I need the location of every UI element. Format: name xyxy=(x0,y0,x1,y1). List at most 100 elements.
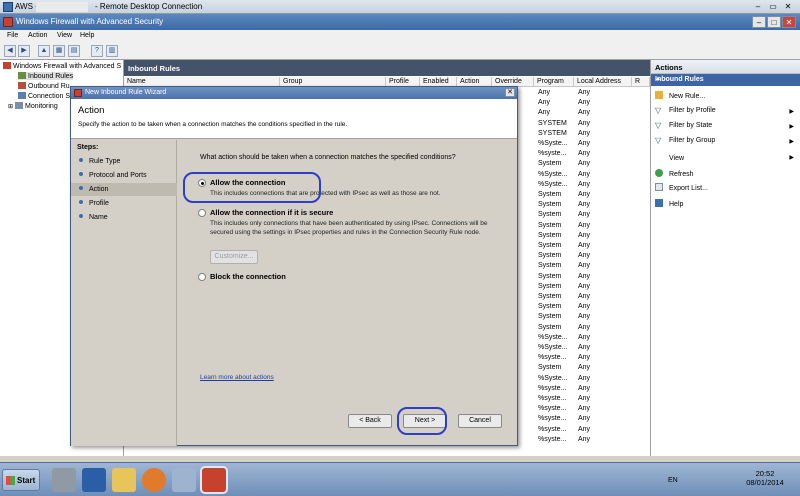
step-action[interactable]: Action xyxy=(71,183,177,196)
cell-local-address: Any xyxy=(578,303,591,311)
cell-local-address: Any xyxy=(578,344,591,351)
window-minimize-button[interactable]: – xyxy=(752,16,766,28)
cell-local-address: Any xyxy=(578,354,591,362)
firewall-icon xyxy=(3,62,11,69)
rdp-minimize-button[interactable]: – xyxy=(752,1,764,12)
actions-pane: Actions Inbound Rules ▲ New Rule... ▽ Filt… xyxy=(650,60,800,456)
action-refresh[interactable]: Refresh xyxy=(655,169,694,178)
powershell-icon[interactable] xyxy=(82,468,106,492)
step-name[interactable]: Name xyxy=(71,211,177,224)
block-connection-radio[interactable] xyxy=(198,273,206,281)
tree-item-inbound-rules[interactable]: Inbound Rules xyxy=(18,72,74,80)
cell-local-address: Any xyxy=(578,180,591,188)
export-list-icon[interactable]: ▤ xyxy=(68,45,80,57)
collapse-icon[interactable]: ▲ xyxy=(655,76,795,82)
language-indicator[interactable]: EN xyxy=(668,477,678,484)
rdp-title: - Remote Desktop Connection xyxy=(95,2,203,11)
window-title: Windows Firewall with Advanced Security xyxy=(16,17,164,26)
action-filter-by-state[interactable]: ▽ Filter by State xyxy=(655,122,712,130)
step-bullet-icon xyxy=(79,172,83,176)
action-help[interactable]: Help xyxy=(655,199,683,208)
clock[interactable]: 20:52 08/01/2014 xyxy=(740,469,790,487)
cell-program: %syste... xyxy=(538,395,567,402)
cell-local-address: Any xyxy=(578,435,591,443)
wizard-close-button[interactable]: ✕ xyxy=(505,88,515,97)
column-remote-address[interactable]: R xyxy=(632,77,650,87)
action-label: Help xyxy=(669,201,684,208)
filter-icon: ▽ xyxy=(655,136,662,145)
firefox-icon[interactable] xyxy=(142,468,166,492)
allow-if-secure-label[interactable]: Allow the connection if it is secure xyxy=(210,208,333,217)
customize-button[interactable]: Customize... xyxy=(210,250,258,264)
allow-if-secure-radio[interactable] xyxy=(198,209,206,217)
cell-program: %syste... xyxy=(538,354,567,362)
server-manager-icon[interactable] xyxy=(52,468,76,492)
cancel-button[interactable]: Cancel xyxy=(458,414,502,428)
actions-subheader[interactable]: Inbound Rules ▲ xyxy=(651,74,800,86)
cell-program: System xyxy=(538,201,562,209)
learn-more-link[interactable]: Learn more about actions xyxy=(200,374,274,381)
cell-local-address: Any xyxy=(578,242,591,249)
help-icon[interactable]: ? xyxy=(91,45,103,57)
action-filter-by-profile[interactable]: ▽ Filter by Profile xyxy=(655,107,716,115)
menu-view[interactable]: View xyxy=(57,32,72,39)
forward-icon[interactable]: ▶ xyxy=(18,45,30,57)
step-protocol-and-ports[interactable]: Protocol and Ports xyxy=(71,169,177,182)
menu-action[interactable]: Action xyxy=(28,32,47,39)
rdp-restore-button[interactable]: ▭ xyxy=(767,1,779,12)
cell-program: System xyxy=(538,313,562,321)
rdp-close-button[interactable]: ✕ xyxy=(782,1,794,12)
firewall-taskbar-icon[interactable] xyxy=(202,468,226,492)
network-icon[interactable] xyxy=(172,468,196,492)
cell-local-address: Any xyxy=(578,323,591,331)
expand-icon[interactable]: ⊞ xyxy=(8,104,13,110)
window-maximize-button[interactable]: □ xyxy=(767,16,781,28)
tree-item-root[interactable]: Windows Firewall with Advanced S xyxy=(3,62,121,70)
remote-desktop-bar: AWS - - Remote Desktop Connection – ▭ ✕ xyxy=(0,0,800,14)
clock-time: 20:52 xyxy=(755,469,775,478)
cell-program: System xyxy=(538,323,562,331)
action-view[interactable]: View xyxy=(655,153,684,162)
rdp-host-label: AWS - xyxy=(15,2,38,11)
menu-file[interactable]: File xyxy=(7,32,18,39)
window-close-button[interactable]: ✕ xyxy=(782,16,796,28)
show-hide-tree-icon[interactable]: ▦ xyxy=(53,45,65,57)
cell-program: System xyxy=(538,242,562,249)
step-profile[interactable]: Profile xyxy=(71,197,177,210)
tree-item-outbound-rules[interactable]: Outbound Ru xyxy=(18,82,70,90)
action-filter-by-group[interactable]: ▽ Filter by Group xyxy=(655,137,715,145)
tree-item-monitoring[interactable]: ⊞ Monitoring xyxy=(8,102,58,110)
column-local-address[interactable]: Local Address xyxy=(574,77,632,87)
windows-logo-icon xyxy=(6,476,15,485)
block-connection-label[interactable]: Block the connection xyxy=(210,272,286,281)
cell-local-address: Any xyxy=(578,150,591,158)
explorer-icon[interactable] xyxy=(112,468,136,492)
column-program[interactable]: Program xyxy=(534,77,574,87)
cell-program: System xyxy=(538,221,562,229)
cell-local-address: Any xyxy=(578,313,591,321)
tree-item-label: Outbound Ru xyxy=(28,83,70,90)
action-new-rule[interactable]: New Rule... xyxy=(655,91,705,100)
cell-program: SYSTEM xyxy=(538,129,567,137)
back-button[interactable]: < Back xyxy=(348,414,392,428)
cell-local-address: Any xyxy=(578,425,591,433)
firewall-icon xyxy=(74,89,82,97)
window-title-bar: Windows Firewall with Advanced Security … xyxy=(0,14,800,30)
cell-program: System xyxy=(538,364,562,372)
cell-program: System xyxy=(538,160,562,168)
menu-help[interactable]: Help xyxy=(80,32,94,39)
cell-program: %syste... xyxy=(538,425,567,433)
start-button[interactable]: Start xyxy=(2,469,40,491)
action-label: Filter by State xyxy=(669,122,713,129)
remote-desktop-icon xyxy=(3,2,13,12)
tree-item-connection-security[interactable]: Connection Se xyxy=(18,92,74,100)
step-rule-type[interactable]: Rule Type xyxy=(71,155,177,168)
back-icon[interactable]: ◀ xyxy=(4,45,16,57)
action-label: New Rule... xyxy=(669,93,706,100)
up-folder-icon[interactable]: ▲ xyxy=(38,45,50,57)
wizard-body: What action should be taken when a conne… xyxy=(178,140,517,446)
cell-program: System xyxy=(538,303,562,311)
show-hide-action-pane-icon[interactable]: ▥ xyxy=(106,45,118,57)
new-inbound-rule-wizard: New Inbound Rule Wizard ✕ Action Specify… xyxy=(70,86,518,446)
action-export-list[interactable]: Export List... xyxy=(655,183,708,192)
